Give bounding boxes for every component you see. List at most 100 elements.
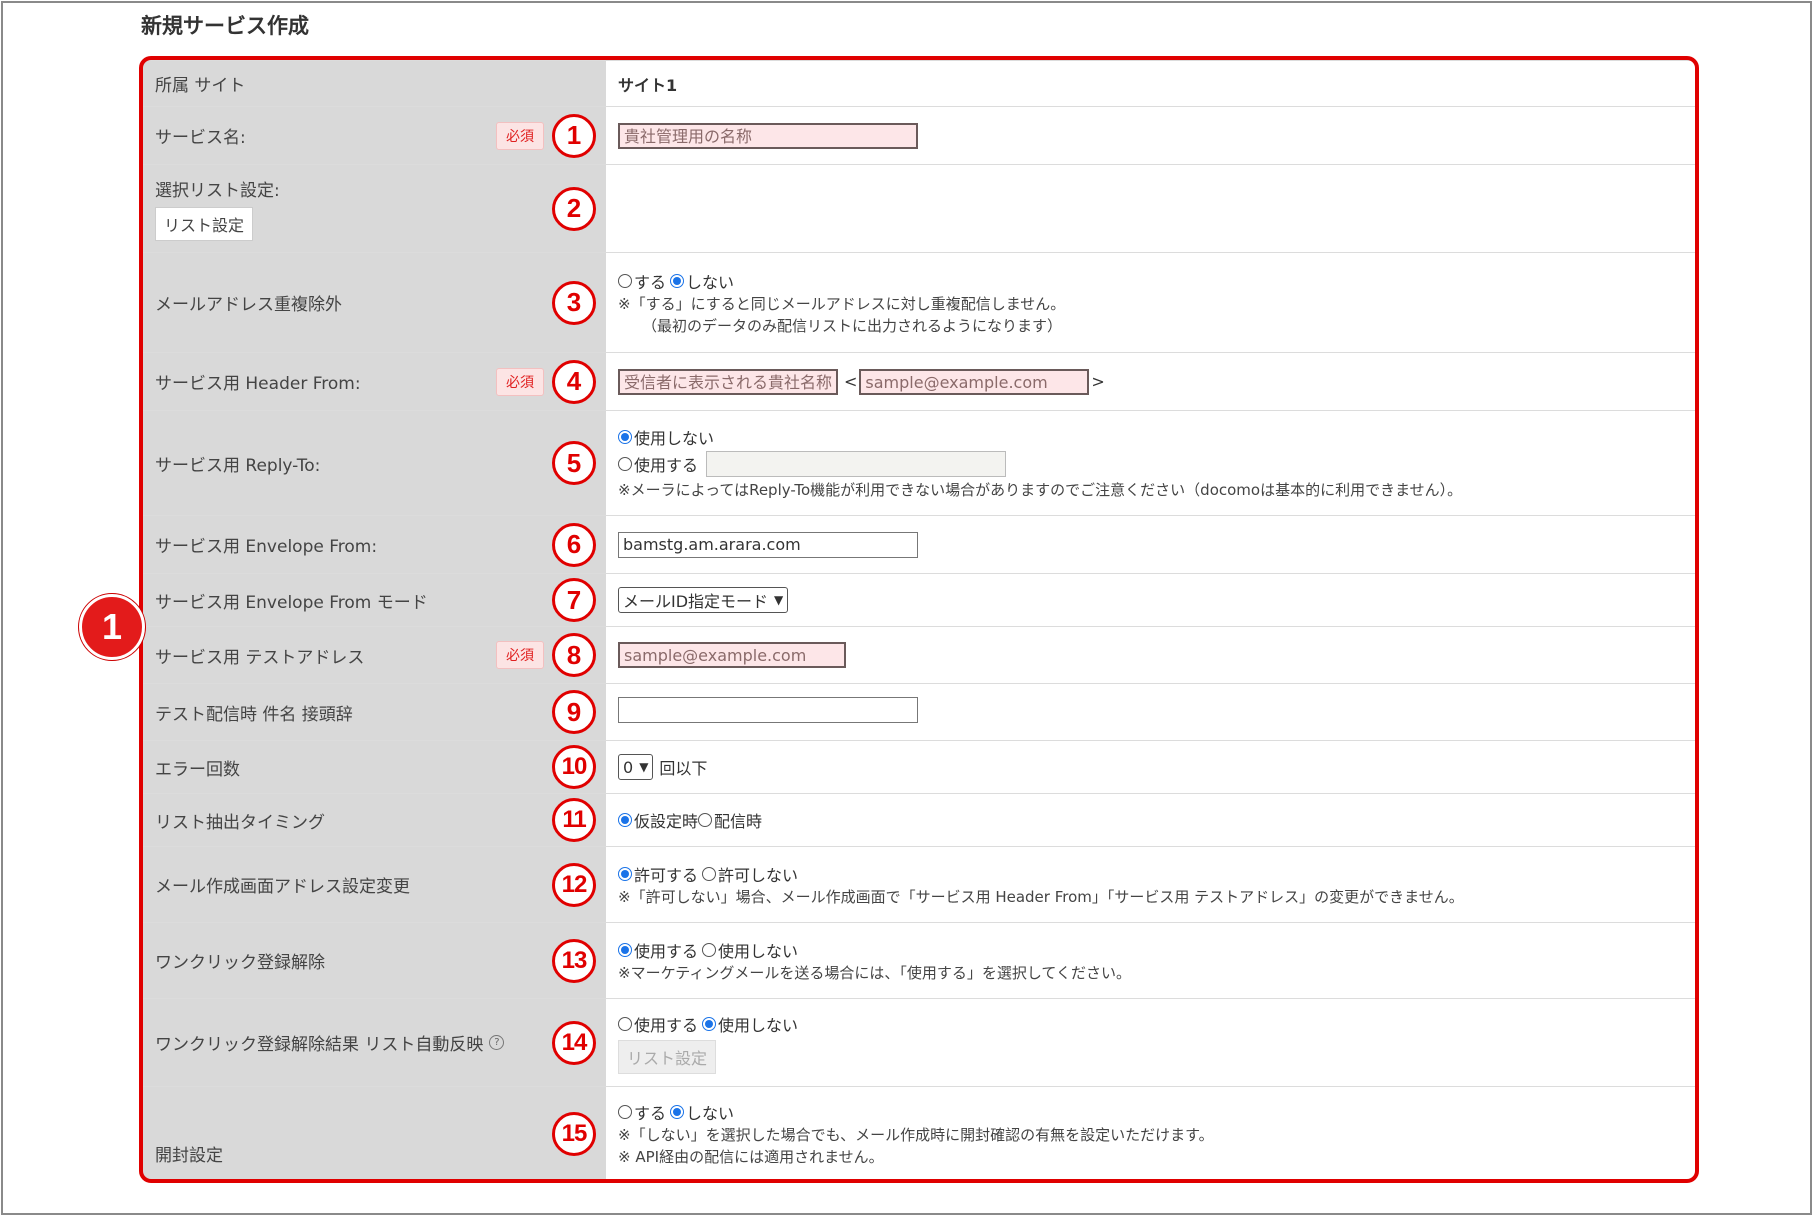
radio-address-allow[interactable]: 許可する	[618, 862, 698, 886]
label-test-prefix: テスト配信時 件名 接頭辞 9	[143, 684, 606, 740]
angle-open: <	[844, 372, 858, 391]
test-address-input[interactable]: sample@example.com	[618, 642, 846, 668]
site-value: サイト1	[618, 75, 678, 95]
radio-icon	[702, 866, 717, 881]
label-text: サービス用 Reply-To:	[155, 455, 321, 476]
radio-checked-icon	[618, 813, 632, 827]
radio-reply-to-on[interactable]: 使用する	[618, 452, 698, 476]
label-text: サービス用 Envelope From:	[155, 537, 378, 557]
value-address-change: 許可する 許可しない ※「許可しない」場合、メール作成画面で「サービス用 Hea…	[606, 847, 1695, 922]
label-text: サービス名:	[155, 128, 246, 148]
radio-checked-icon	[618, 942, 632, 957]
value-header-from: 受信者に表示される貴社名称 < sample@example.com >	[606, 353, 1695, 410]
list-settings-disabled-button[interactable]: リスト設定	[618, 1039, 717, 1074]
label-open-setting: 開封設定 15	[143, 1087, 606, 1180]
label-envelope-from: サービス用 Envelope From: 6	[143, 516, 606, 573]
radio-label: 仮設定時	[634, 812, 699, 831]
row-address-change: メール作成画面アドレス設定変更 12 許可する 許可しない ※「許可しない」場合…	[143, 847, 1695, 923]
radio-one-click-nouse[interactable]: 使用しない	[702, 938, 798, 962]
number-badge-3: 3	[552, 280, 596, 325]
number-badge-8: 8	[552, 633, 596, 677]
radio-icon	[618, 457, 632, 471]
radio-label: 許可しない	[718, 865, 799, 885]
row-one-click: ワンクリック登録解除 13 使用する 使用しない ※マーケティングメールを送る場…	[143, 923, 1695, 999]
test-prefix-input[interactable]	[618, 697, 918, 723]
radio-label: 許可する	[634, 865, 699, 885]
reply-to-input[interactable]	[706, 451, 1007, 477]
header-from-email-input[interactable]: sample@example.com	[859, 368, 1090, 395]
value-open-setting: する しない ※「しない」を選択した場合でも、メール作成時に開封確認の有無を設定…	[606, 1087, 1695, 1180]
row-one-click-result: ワンクリック登録解除結果 リスト自動反映 ? 14 使用する 使用しない リスト…	[143, 999, 1695, 1087]
label-text: サービス用 テストアドレス	[155, 647, 365, 668]
radio-one-click-use[interactable]: 使用する	[618, 938, 698, 962]
value-envelope-mode: メールID指定モード ▼	[606, 574, 1695, 626]
row-envelope-from: サービス用 Envelope From: 6 bamstg.am.arara.c…	[143, 516, 1695, 574]
row-envelope-mode: サービス用 Envelope From モード 7 メールID指定モード ▼	[143, 574, 1695, 627]
number-badge-10: 10	[552, 745, 596, 789]
radio-dedupe-no[interactable]: しない	[670, 269, 734, 293]
label-extract-timing: リスト抽出タイミング 11	[143, 794, 606, 846]
radio-label: 使用する	[634, 941, 699, 961]
help-icon[interactable]: ?	[489, 1035, 505, 1050]
number-badge-14: 14	[552, 1020, 596, 1065]
radio-dedupe-yes[interactable]: する	[618, 269, 666, 293]
chevron-down-icon: ▼	[639, 760, 649, 774]
label-dedupe: メールアドレス重複除外 3	[143, 253, 606, 352]
value-extract-timing: 仮設定時 配信時	[606, 794, 1695, 846]
row-error-count: エラー回数 10 0 ▼ 回以下	[143, 741, 1695, 794]
label-text: ワンクリック登録解除	[155, 953, 325, 973]
radio-label: 使用する	[634, 456, 699, 475]
value-one-click-result: 使用する 使用しない リスト設定	[606, 999, 1695, 1086]
radio-open-yes[interactable]: する	[618, 1100, 666, 1124]
radio-reply-to-off[interactable]: 使用しない	[618, 425, 714, 449]
select-value: メールID指定モード	[623, 592, 769, 611]
required-badge: 必須	[496, 367, 544, 396]
label-text: 開封設定	[155, 1146, 223, 1166]
radio-open-no[interactable]: しない	[670, 1100, 734, 1124]
reply-to-note: ※メーラによってはReply-To機能が利用できない場合がありますのでご注意くだ…	[618, 481, 1463, 499]
error-count-select[interactable]: 0 ▼	[618, 754, 654, 780]
radio-address-deny[interactable]: 許可しない	[702, 862, 798, 886]
radio-icon	[618, 1016, 632, 1031]
header-from-name-input[interactable]: 受信者に表示される貴社名称	[618, 368, 838, 395]
row-service-name: サービス名: 必須 1 貴社管理用の名称	[143, 107, 1695, 165]
label-text: サービス用 Header From:	[155, 374, 361, 394]
radio-label: しない	[686, 1103, 735, 1123]
select-value: 0	[623, 757, 634, 777]
radio-icon	[618, 1104, 632, 1119]
required-badge: 必須	[496, 121, 544, 150]
dedupe-note-2: （最初のデータのみ配信リストに出力されるようになります）	[642, 316, 1063, 335]
radio-checked-icon	[670, 273, 685, 288]
radio-extract-provisional[interactable]: 仮設定時	[618, 808, 698, 832]
label-error-count: エラー回数 10	[143, 741, 606, 793]
radio-label: 使用する	[634, 1015, 699, 1035]
value-error-count: 0 ▼ 回以下	[606, 741, 1695, 793]
label-header-from: サービス用 Header From: 必須 4	[143, 353, 606, 410]
number-badge-9: 9	[552, 690, 596, 734]
radio-result-nouse[interactable]: 使用しない	[702, 1012, 798, 1036]
value-service-name: 貴社管理用の名称	[606, 107, 1695, 164]
row-open-setting: 開封設定 15 する しない ※「しない」を選択した場合でも、メール作成時に開封…	[143, 1087, 1695, 1180]
radio-extract-delivery[interactable]: 配信時	[698, 808, 762, 832]
label-one-click-result: ワンクリック登録解除結果 リスト自動反映 ? 14	[143, 999, 606, 1086]
number-badge-7: 7	[552, 578, 596, 622]
open-setting-note-2: ※ API経由の配信には適用されません。	[618, 1147, 884, 1166]
row-site: 所属 サイト サイト1	[143, 61, 1695, 107]
label-text: サービス用 Envelope From モード	[155, 592, 428, 613]
radio-icon	[618, 273, 632, 288]
list-settings-button[interactable]: リスト設定	[155, 207, 254, 241]
envelope-from-input[interactable]: bamstg.am.arara.com	[618, 531, 918, 558]
address-change-note: ※「許可しない」場合、メール作成画面で「サービス用 Header From」「サ…	[618, 887, 1464, 906]
service-name-input[interactable]: 貴社管理用の名称	[618, 122, 918, 149]
value-envelope-from: bamstg.am.arara.com	[606, 516, 1695, 573]
envelope-mode-select[interactable]: メールID指定モード ▼	[618, 587, 789, 613]
radio-label: する	[634, 272, 667, 292]
dedupe-note: ※「する」にすると同じメールアドレスに対し重複配信しません。	[618, 294, 1066, 313]
radio-result-use[interactable]: 使用する	[618, 1012, 698, 1036]
value-site: サイト1	[606, 61, 1695, 106]
label-one-click: ワンクリック登録解除 13	[143, 923, 606, 998]
radio-checked-icon	[618, 866, 632, 881]
row-reply-to: サービス用 Reply-To: 5 使用しない 使用する ※メーラによってはRe…	[143, 411, 1695, 516]
value-reply-to: 使用しない 使用する ※メーラによってはReply-To機能が利用できない場合が…	[606, 411, 1695, 515]
one-click-note: ※マーケティングメールを送る場合には、「使用する」を選択してください。	[618, 963, 1131, 982]
